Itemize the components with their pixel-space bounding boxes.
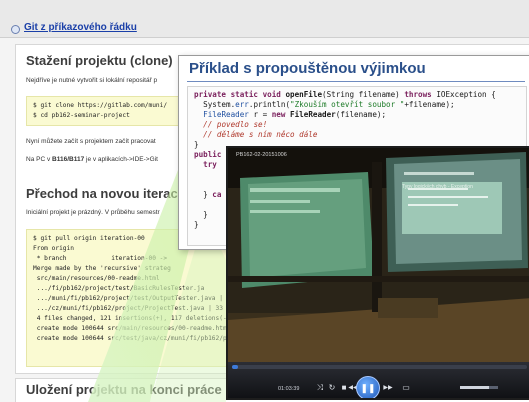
clone-paragraph: Nyní můžete začít s projektem začít prac… <box>26 138 156 145</box>
code-line: $ cd pb162-seminar-project <box>33 112 130 119</box>
code-line: .../cz/muni/fi/pb162/project/ProjectTest… <box>33 305 238 312</box>
seek-bar-progress <box>232 365 238 369</box>
fullscreen-icon[interactable]: ▭ <box>400 380 412 396</box>
shuffle-button[interactable]: ⤨ <box>314 380 326 396</box>
nav-link-git-cli[interactable]: Git z příkazového řádku <box>24 22 137 33</box>
pause-button[interactable]: ❚❚ <box>356 376 380 398</box>
volume-slider[interactable] <box>460 386 498 389</box>
page-header: Git z příkazového řádku <box>0 0 529 38</box>
text-segment: je v aplikacích->IDE->Git <box>84 156 158 163</box>
code-line: $ git pull origin iteration-00 <box>33 235 145 242</box>
text-segment: Na PC v <box>26 156 53 163</box>
projected-slide <box>248 179 366 278</box>
iteration-intro-text: Iniciální projekt je prázdný. V průběhu … <box>26 209 160 216</box>
code-line: 4 files changed, 121 insertions(+), 117 … <box>33 315 231 322</box>
repeat-button[interactable]: ↻ <box>326 380 338 396</box>
clone-code-block: $ git clone https://gitlab.com/muni/ $ c… <box>26 96 196 126</box>
clone-paragraph-pc: Na PC v B116/B117 je v aplikacích->IDE->… <box>26 156 158 163</box>
player-controls: 01:03:39 ⤨ ↻ ■ ◀◀ ❚❚ ▶▶ ▭ <box>228 362 529 398</box>
code-line: Merge made by the 'recursive' strateg <box>33 265 171 272</box>
code-line: $ git clone https://gitlab.com/muni/ <box>33 102 168 109</box>
code-line: * branch iteration-00 -> <box>33 255 168 262</box>
title-divider <box>187 81 525 82</box>
room-label: B116/B117 <box>52 156 85 163</box>
code-line: .../fi/pb162/project/test/BasicRulesTest… <box>33 285 205 292</box>
slide-title: Příklad s propouštěnou výjimkou <box>189 60 426 77</box>
code-line: .../muni/fi/pb162/project/test/OutputTes… <box>33 295 250 302</box>
playback-time: 01:03:39 <box>278 386 300 392</box>
next-button[interactable]: ▶▶ <box>382 380 394 396</box>
in-video-slide-title: Typy logických chyb - Exception <box>402 184 473 190</box>
seek-bar[interactable] <box>232 365 527 369</box>
heading-clone: Stažení projektu (clone) <box>26 53 173 68</box>
code-line: src/main/resources/00-readme.html <box>33 275 160 282</box>
section-bullet-icon <box>11 25 20 34</box>
video-player[interactable]: PB162-02-20151006 Typy logických chyb - … <box>226 146 529 400</box>
code-line: create mode 100644 src/main/resources/00… <box>33 325 231 332</box>
code-line: create mode 100644 src/test/java/cz/muni… <box>33 335 246 342</box>
video-frame <box>228 148 529 362</box>
video-timestamp-overlay: PB162-02-20151006 <box>236 152 287 158</box>
code-line: From origin <box>33 245 74 252</box>
volume-level <box>460 386 489 389</box>
clone-intro-text: Nejdříve je nutné vytvořit si lokální re… <box>26 77 158 84</box>
